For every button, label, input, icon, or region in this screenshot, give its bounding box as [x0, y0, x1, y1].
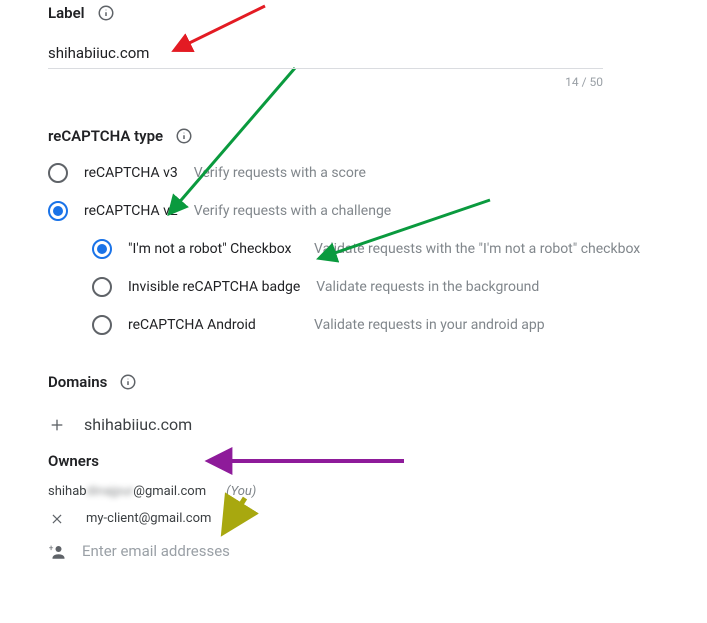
radio-v2-invisible[interactable]: Invisible reCAPTCHA badge Validate reque…	[92, 277, 707, 297]
owner-email: my-client@gmail.com	[86, 511, 211, 526]
radio-desc: Validate requests in the background	[316, 279, 539, 295]
plus-icon[interactable]	[48, 417, 66, 433]
domain-value[interactable]: shihabiiuc.com	[84, 415, 192, 434]
radio-button[interactable]	[48, 163, 68, 183]
domains-heading-text: Domains	[48, 373, 107, 391]
owner-primary-row: shihabdinajpur@gmail.com (You)	[48, 484, 707, 499]
radio-button[interactable]	[92, 277, 112, 297]
radio-desc: Verify requests with a score	[194, 165, 366, 181]
radio-v3[interactable]: reCAPTCHA v3 Verify requests with a scor…	[48, 163, 707, 183]
radio-v2[interactable]: reCAPTCHA v2 Verify requests with a chal…	[48, 201, 707, 221]
close-icon[interactable]	[48, 512, 66, 526]
radio-label: "I'm not a robot" Checkbox	[128, 241, 298, 257]
owner-email-blurred: dinajpur	[87, 484, 134, 499]
radio-v2-android[interactable]: reCAPTCHA Android Validate requests in y…	[92, 315, 707, 335]
info-icon[interactable]	[97, 4, 115, 22]
domain-row: shihabiiuc.com	[48, 415, 707, 434]
add-person-icon[interactable]: +	[48, 543, 66, 561]
recaptcha-type-heading-text: reCAPTCHA type	[48, 127, 163, 145]
info-icon[interactable]	[119, 373, 137, 391]
info-icon[interactable]	[175, 127, 193, 145]
label-char-counter: 14 / 50	[48, 75, 603, 89]
owner-you-label: (You)	[226, 484, 256, 499]
owner-email-input[interactable]	[82, 538, 562, 566]
owner-email-prefix: shihab	[48, 484, 87, 499]
radio-desc: Verify requests with a challenge	[194, 203, 391, 219]
label-input[interactable]	[48, 40, 603, 69]
label-heading: Label	[48, 4, 707, 22]
radio-label: reCAPTCHA Android	[128, 317, 298, 333]
owner-primary-email: shihabdinajpur@gmail.com	[48, 484, 206, 499]
owners-heading: Owners	[48, 452, 707, 470]
radio-desc: Validate requests with the "I'm not a ro…	[314, 241, 640, 257]
owner-email-suffix: @gmail.com	[133, 484, 206, 499]
label-heading-text: Label	[48, 4, 85, 22]
radio-label: reCAPTCHA v2	[84, 203, 178, 219]
radio-button[interactable]	[92, 239, 112, 259]
recaptcha-type-heading: reCAPTCHA type	[48, 127, 707, 145]
radio-label: reCAPTCHA v3	[84, 165, 178, 181]
radio-button[interactable]	[48, 201, 68, 221]
owner-row: my-client@gmail.com	[48, 511, 707, 526]
add-owner-row[interactable]: +	[48, 538, 707, 566]
domains-heading: Domains	[48, 373, 707, 391]
owners-heading-text: Owners	[48, 452, 99, 470]
radio-desc: Validate requests in your android app	[314, 317, 545, 333]
radio-v2-checkbox[interactable]: "I'm not a robot" Checkbox Validate requ…	[92, 239, 707, 259]
radio-label: Invisible reCAPTCHA badge	[128, 279, 300, 295]
radio-button[interactable]	[92, 315, 112, 335]
svg-text:+: +	[49, 544, 54, 554]
